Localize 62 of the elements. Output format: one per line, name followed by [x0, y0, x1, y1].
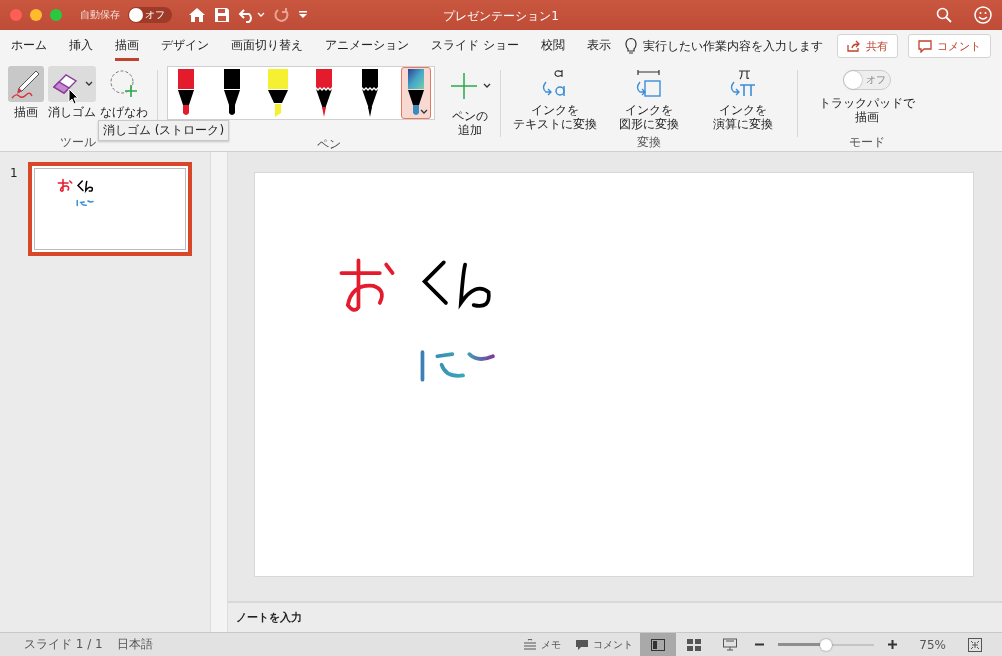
- convert-label[interactable]: インクを 演算に変換: [713, 103, 773, 131]
- comments-button[interactable]: コメント: [908, 34, 991, 58]
- tool-label: 消しゴム: [48, 105, 96, 119]
- ribbon-tab[interactable]: 表示: [586, 31, 611, 61]
- share-button[interactable]: 共有: [837, 34, 898, 58]
- eraser-tool-button[interactable]: [48, 66, 96, 102]
- add-pen-label[interactable]: ペンの 追加: [452, 109, 488, 137]
- trackpad-label: トラックパッドで 描画: [819, 96, 915, 124]
- save-icon[interactable]: [214, 7, 230, 23]
- caret-icon[interactable]: [483, 83, 491, 89]
- pen-button[interactable]: [401, 67, 431, 119]
- ribbon-tab[interactable]: 画面切り替え: [231, 31, 303, 61]
- ribbon-tab[interactable]: 校閲: [540, 31, 565, 61]
- language-label[interactable]: 日本語: [116, 636, 153, 653]
- fit-to-window-icon[interactable]: [968, 637, 982, 652]
- tooltip: 消しゴム (ストローク): [98, 120, 230, 141]
- normal-view-icon: [651, 638, 666, 651]
- grid-icon: [687, 638, 702, 651]
- speech-bubble-icon: [918, 39, 932, 53]
- tool-label: なげなわ: [100, 105, 148, 119]
- lasso-icon: [109, 69, 139, 99]
- pen-icon: [10, 68, 42, 100]
- monitor-icon: [723, 638, 738, 651]
- comments-button[interactable]: コメント: [575, 637, 634, 652]
- slide-number: 1: [10, 166, 18, 180]
- group-label: 変換: [637, 135, 661, 149]
- customize-icon[interactable]: [298, 10, 308, 20]
- notes-button[interactable]: メモ: [523, 637, 562, 652]
- zoom-level[interactable]: 75%: [919, 637, 946, 652]
- smiley-icon[interactable]: [974, 6, 992, 24]
- convert-label[interactable]: インクを テキストに変換: [513, 103, 597, 131]
- caret-icon[interactable]: [420, 109, 428, 115]
- pen-icon: [267, 69, 289, 119]
- home-icon[interactable]: [188, 7, 206, 23]
- share-icon: [847, 40, 861, 52]
- window-title: プレゼンテーション1: [442, 8, 560, 25]
- ribbon-tab[interactable]: スライド ショー: [431, 31, 519, 61]
- zoom-in-icon[interactable]: [888, 640, 898, 649]
- ribbon-tab[interactable]: デザイン: [161, 31, 209, 61]
- speech-bubble-icon: [575, 638, 590, 651]
- group-label: ペン: [317, 137, 341, 151]
- notes-icon: [523, 638, 538, 651]
- normal-view-button[interactable]: [640, 633, 677, 656]
- autosave-toggle[interactable]: オフ: [128, 7, 172, 23]
- search-icon[interactable]: [936, 7, 952, 23]
- tool-label: 描画: [14, 105, 38, 119]
- group-label: モード: [849, 135, 885, 149]
- draw-tool-button[interactable]: [8, 66, 44, 102]
- ribbon-tab[interactable]: アニメーション: [325, 31, 409, 61]
- minimize-button[interactable]: [30, 9, 42, 21]
- convert-label[interactable]: インクを 図形に変換: [619, 103, 679, 131]
- caret-icon[interactable]: [85, 81, 93, 87]
- undo-icon[interactable]: [238, 7, 266, 23]
- tell-me-field[interactable]: 実行したい作業内容を入力します: [642, 37, 823, 55]
- mouse-pointer-icon: [68, 88, 79, 105]
- ribbon-tab[interactable]: ホーム: [11, 31, 47, 61]
- group-label: ツール: [60, 135, 96, 149]
- autosave-label: 自動保存: [80, 8, 120, 22]
- slide-count: スライド 1 / 1: [24, 636, 103, 653]
- ribbon-tab[interactable]: 挿入: [69, 31, 93, 61]
- slide-thumbnail[interactable]: [27, 162, 192, 256]
- lightbulb-icon: [624, 37, 637, 55]
